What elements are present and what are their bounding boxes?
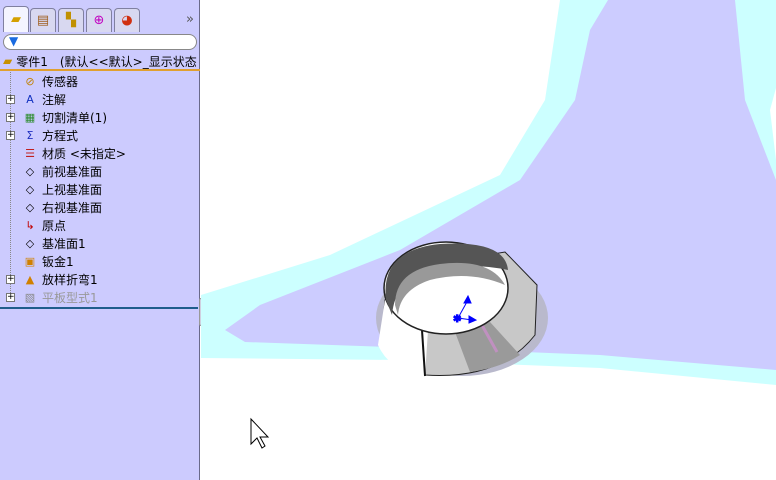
tree-item-label: 前视基准面 — [42, 164, 103, 179]
tree-item-label: 上视基准面 — [42, 182, 103, 197]
origin-icon: ↳ — [25, 218, 35, 232]
tree-item-label: 放样折弯1 — [42, 272, 98, 287]
sensor-folder-icon: ⊘ — [25, 74, 35, 88]
sheet-metal-icon: ▣ — [24, 254, 36, 268]
tree-item[interactable]: + ▦ 切割清单(1) — [0, 108, 200, 126]
tree-item[interactable]: ◇ 基准面1 — [0, 234, 200, 252]
tree-item-label: 原点 — [42, 218, 67, 233]
tree-item[interactable]: + ▧ 平板型式1 — [0, 288, 200, 306]
expand-button[interactable]: + — [6, 112, 15, 122]
tree-item-label: 切割清单(1) — [42, 110, 107, 125]
dimxpert-icon: ⊕ — [93, 13, 105, 28]
tree-item-label: 材质 <未指定> — [42, 146, 126, 161]
plane-icon: ◇ — [25, 236, 35, 250]
tab-property-manager[interactable]: ▤ — [30, 8, 56, 32]
tree-item-label: 注解 — [42, 92, 67, 107]
tree-item-label: 基准面1 — [42, 236, 86, 251]
tab-dimxpert[interactable]: ⊕ — [86, 8, 112, 32]
filter-input[interactable]: ▼ — [3, 34, 197, 50]
tree-item-label: 传感器 — [42, 74, 79, 89]
panel-tabs: ▰ ▤ ▚ ⊕ ◕ » — [0, 6, 200, 32]
tree-item[interactable]: ◇ 上视基准面 — [0, 180, 200, 198]
expand-button[interactable]: + — [6, 274, 15, 284]
tree-item[interactable]: ↳ 原点 — [0, 216, 200, 234]
svg-text:✱: ✱ — [453, 314, 461, 325]
annotations-folder-icon: A — [26, 92, 34, 106]
tree-item[interactable]: + A 注解 — [0, 90, 200, 108]
tree-item[interactable]: ◇ 右视基准面 — [0, 198, 200, 216]
tab-configuration-manager[interactable]: ▚ — [58, 8, 84, 32]
tree-item-label: 方程式 — [42, 128, 79, 143]
display-manager-icon: ◕ — [121, 13, 133, 28]
tree-item[interactable]: ▣ 钣金1 — [0, 252, 200, 270]
panel-divider — [0, 307, 198, 309]
more-tabs-button[interactable]: » — [186, 12, 194, 27]
filter-icon: ▼ — [9, 34, 19, 48]
material-icon: ☰ — [25, 146, 35, 160]
part-icon: ▰ — [3, 54, 13, 68]
configuration-manager-icon: ▚ — [66, 13, 76, 28]
feature-manager-icon: ▰ — [11, 12, 21, 27]
expand-button[interactable]: + — [6, 94, 15, 104]
tree-item-label: 右视基准面 — [42, 200, 103, 215]
tab-display-manager[interactable]: ◕ — [114, 8, 140, 32]
lofted-bend-icon: ▲ — [25, 272, 35, 286]
cut-list-icon: ▦ — [24, 110, 36, 124]
tree-item[interactable]: + Σ 方程式 — [0, 126, 200, 144]
tree-item-label: 钣金1 — [42, 254, 74, 269]
graphics-viewport[interactable]: ✱ — [201, 0, 776, 480]
expand-button[interactable]: + — [6, 130, 15, 140]
flat-pattern-icon: ▧ — [24, 290, 36, 304]
part-name: 零件1 — [16, 54, 48, 69]
expand-button[interactable]: + — [6, 292, 15, 302]
tab-feature-manager[interactable]: ▰ — [3, 6, 29, 32]
equations-folder-icon: Σ — [26, 128, 34, 142]
plane-icon: ◇ — [25, 182, 35, 196]
tree-item[interactable]: + ▲ 放样折弯1 — [0, 270, 200, 288]
mouse-cursor-icon — [250, 417, 270, 449]
property-manager-icon: ▤ — [36, 13, 50, 28]
feature-manager-panel: ▰ ▤ ▚ ⊕ ◕ » ▼ ▰ 零件1 (默认<<默认>_显示状态 ⊘ 传感器 + A… — [0, 0, 200, 480]
tree-item[interactable]: ⊘ 传感器 — [0, 72, 200, 90]
tree-item-label: 平板型式1 — [42, 290, 98, 305]
tree-item[interactable]: ◇ 前视基准面 — [0, 162, 200, 180]
plane-icon: ◇ — [25, 164, 35, 178]
part-config: (默认<<默认>_显示状态 — [59, 54, 197, 69]
tree-item[interactable]: ☰ 材质 <未指定> — [0, 144, 200, 162]
tree-root-part[interactable]: ▰ 零件1 (默认<<默认>_显示状态 — [0, 53, 200, 71]
plane-icon: ◇ — [25, 200, 35, 214]
